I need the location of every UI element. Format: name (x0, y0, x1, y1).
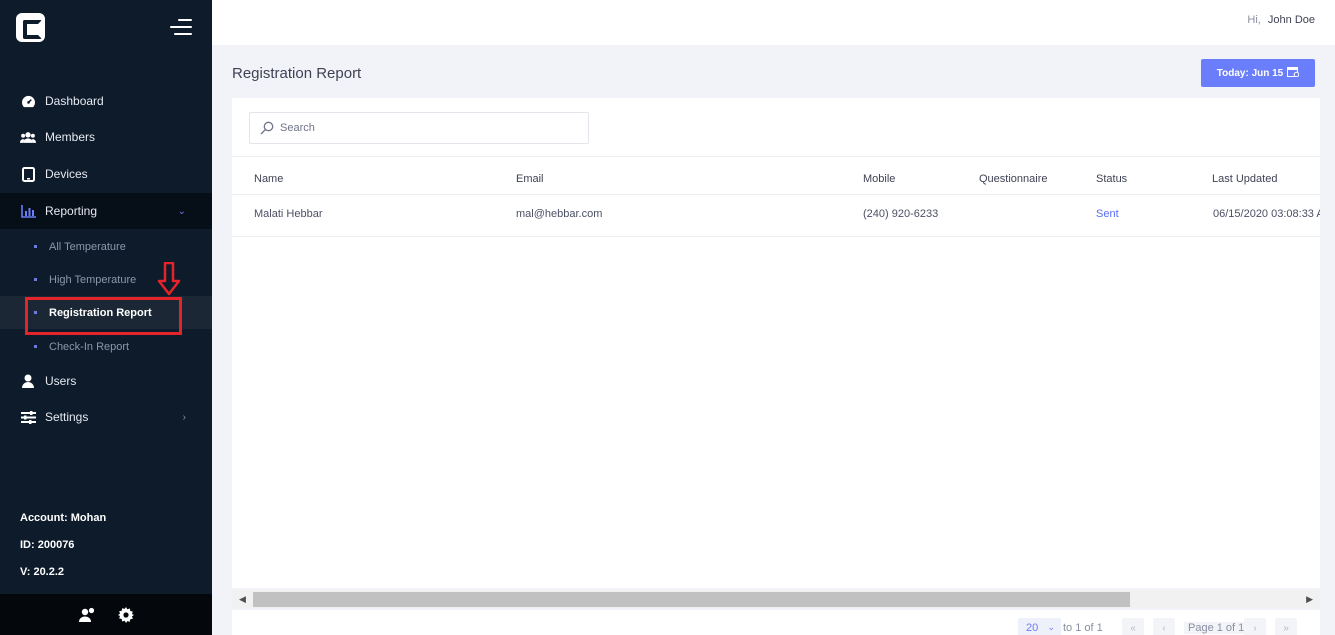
account-name: Account: Mohan (20, 512, 107, 524)
chevron-right-icon: › (1253, 622, 1257, 634)
pagination: 20 ⌄ to 1 of 1 « ‹ Page 1 of 1 › » (232, 610, 1320, 635)
annotation-down-arrow-icon (157, 261, 181, 296)
cell-name: Malati Hebbar (254, 208, 323, 220)
cell-email: mal@hebbar.com (516, 208, 603, 220)
chevron-right-icon: › (182, 411, 186, 423)
search-field[interactable] (249, 112, 589, 144)
divider (232, 236, 1320, 237)
dashboard-gauge-icon (20, 93, 36, 109)
double-chevron-left-icon: « (1130, 622, 1136, 634)
chevron-down-icon: ⌄ (177, 205, 186, 217)
user-switch-icon[interactable] (77, 606, 95, 624)
sidebar-footer (0, 594, 212, 635)
column-header-mobile[interactable]: Mobile (863, 173, 895, 185)
annotation-highlight-box (25, 297, 182, 335)
cell-status[interactable]: Sent (1096, 208, 1119, 220)
sidebar-item-label: Members (45, 130, 96, 144)
bullet-icon (34, 245, 37, 248)
date-picker-button[interactable]: Today: Jun 15 (1201, 59, 1315, 87)
sidebar-subitem-label: All Temperature (49, 240, 126, 253)
column-header-name[interactable]: Name (254, 173, 283, 185)
date-button-label: Today: Jun 15 (1216, 67, 1284, 79)
column-header-last-updated[interactable]: Last Updated (1212, 173, 1277, 185)
horizontal-scrollbar[interactable]: ◀ ▶ (232, 590, 1320, 608)
page-size-value: 20 (1026, 622, 1039, 634)
sidebar-item-label: Settings (45, 410, 89, 424)
tablet-icon (20, 166, 36, 182)
bullet-icon (34, 278, 37, 281)
previous-page-button[interactable]: ‹ (1153, 618, 1175, 635)
sidebar-item-settings[interactable]: Settings › (0, 399, 212, 435)
bar-chart-icon (20, 203, 36, 219)
user-icon (20, 373, 36, 389)
next-page-button[interactable]: › (1244, 618, 1266, 635)
scroll-left-icon[interactable]: ◀ (239, 594, 246, 605)
account-id: ID: 200076 (20, 539, 75, 551)
sidebar-item-dashboard[interactable]: Dashboard (0, 83, 212, 119)
last-page-button[interactable]: » (1275, 618, 1297, 635)
search-input[interactable] (280, 122, 580, 134)
cell-mobile: (240) 920-6233 (863, 208, 939, 220)
column-header-questionnaire[interactable]: Questionnaire (979, 173, 1048, 185)
page-indicator: Page 1 of 1 (1184, 622, 1249, 634)
sidebar-item-reporting[interactable]: Reporting ⌄ (0, 193, 212, 229)
divider (232, 194, 1320, 195)
sidebar-subitem-label: Check-In Report (49, 340, 130, 353)
page-title: Registration Report (232, 65, 362, 82)
menu-toggle-icon[interactable] (168, 19, 192, 37)
username: John Doe (1267, 14, 1315, 26)
app-logo[interactable] (16, 13, 45, 42)
chevron-left-icon: ‹ (1162, 622, 1166, 634)
sidebar-item-members[interactable]: Members (0, 119, 212, 155)
chevron-down-icon: ⌄ (1047, 622, 1055, 632)
members-icon (20, 129, 36, 145)
search-icon (260, 121, 274, 135)
pagination-range: to 1 of 1 (1063, 622, 1103, 634)
sidebar-item-label: Devices (45, 167, 88, 181)
sidebar-item-label: Users (45, 374, 77, 388)
greeting-text: Hi, (1247, 14, 1261, 26)
sidebar-subitem-all-temperature[interactable]: All Temperature (0, 230, 212, 263)
sidebar-item-label: Reporting (45, 204, 98, 218)
sidebar-item-devices[interactable]: Devices (0, 156, 212, 192)
calendar-icon (1287, 66, 1300, 80)
sliders-icon (20, 409, 36, 425)
column-header-status[interactable]: Status (1096, 173, 1127, 185)
page-size-select[interactable]: 20 ⌄ (1018, 618, 1061, 635)
sidebar-item-users[interactable]: Users (0, 363, 212, 399)
user-greeting[interactable]: Hi, John Doe (1247, 14, 1315, 26)
column-header-email[interactable]: Email (516, 173, 544, 185)
app-version: V: 20.2.2 (20, 566, 65, 578)
first-page-button[interactable]: « (1122, 618, 1144, 635)
cell-last-updated: 06/15/2020 03:08:33 A (1213, 208, 1320, 220)
bullet-icon (34, 345, 37, 348)
sidebar-item-label: Dashboard (45, 94, 104, 108)
divider (232, 156, 1320, 157)
scroll-right-icon[interactable]: ▶ (1306, 594, 1313, 605)
top-header: Hi, John Doe (212, 0, 1335, 45)
sidebar: Dashboard Members Devices Reporting ⌄ Al… (0, 0, 212, 635)
report-card: Name Email Mobile Questionnaire Status L… (232, 98, 1320, 588)
gear-icon[interactable] (117, 606, 135, 624)
double-chevron-right-icon: » (1283, 622, 1289, 634)
scrollbar-thumb[interactable] (253, 592, 1130, 607)
sidebar-subitem-label: High Temperature (49, 273, 137, 286)
